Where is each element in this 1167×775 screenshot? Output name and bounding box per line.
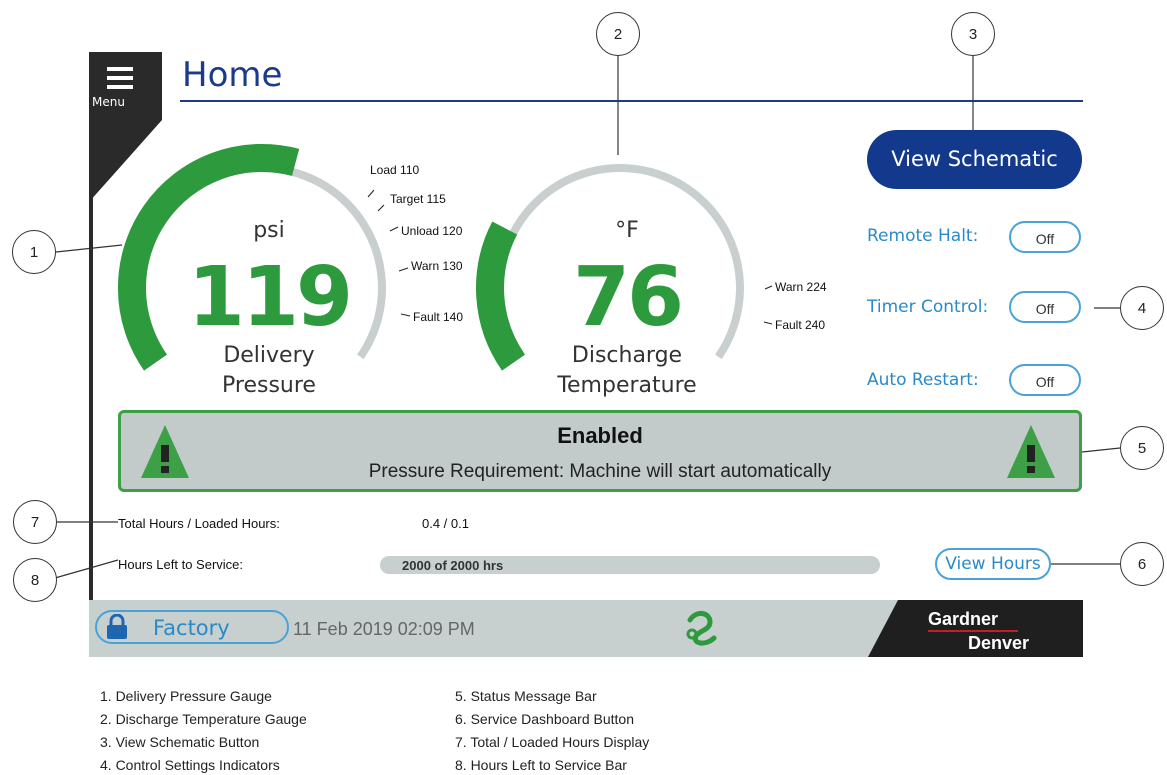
callout-7: 7 xyxy=(13,500,57,544)
legend-item: 6. Service Dashboard Button xyxy=(455,711,634,727)
legend-item: 1. Delivery Pressure Gauge xyxy=(100,688,272,704)
callout-1: 1 xyxy=(12,230,56,274)
callout-leaders xyxy=(54,55,1121,579)
legend-item: 7. Total / Loaded Hours Display xyxy=(455,734,650,750)
legend-item: 2. Discharge Temperature Gauge xyxy=(100,711,307,727)
callout-3: 3 xyxy=(951,12,995,56)
callout-8: 8 xyxy=(13,558,57,602)
legend-item: 5. Status Message Bar xyxy=(455,688,597,704)
legend-item: 8. Hours Left to Service Bar xyxy=(455,757,627,773)
callout-4: 4 xyxy=(1120,286,1164,330)
callout-2: 2 xyxy=(596,12,640,56)
legend-item: 3. View Schematic Button xyxy=(100,734,260,750)
callout-5: 5 xyxy=(1120,426,1164,470)
callout-6: 6 xyxy=(1120,542,1164,586)
legend-item: 4. Control Settings Indicators xyxy=(100,757,280,773)
